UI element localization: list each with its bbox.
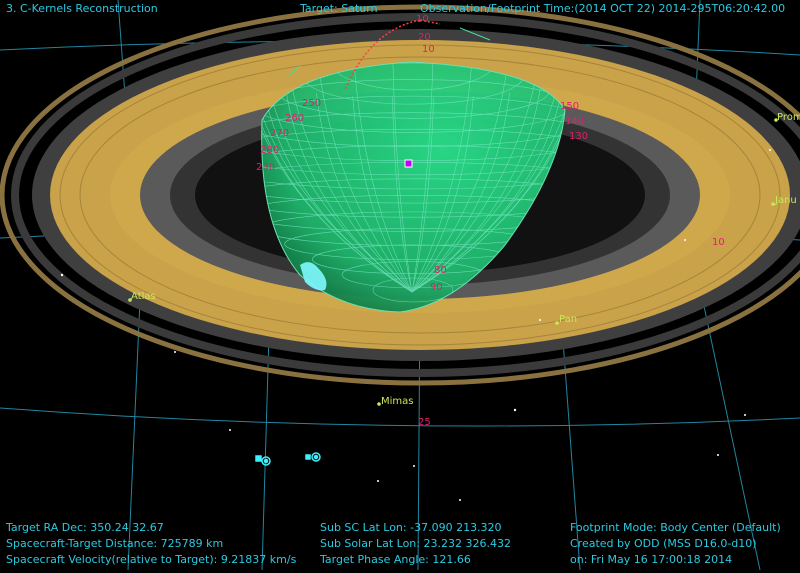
target-name: Target: Saturn <box>300 2 378 15</box>
footprint-marker <box>404 159 413 168</box>
spacecraft-distance: Spacecraft-Target Distance: 725789 km <box>6 537 224 550</box>
app-title: 3. C-Kernels Reconstruction <box>6 2 158 15</box>
lat-label: 90 <box>430 282 443 293</box>
moon-label-pan[interactable]: Pan <box>559 314 577 325</box>
grid-label: 25 <box>418 417 431 428</box>
lon-label: 230 <box>256 162 276 173</box>
lon-label: 260 <box>285 113 305 124</box>
moon-label-prometheus[interactable]: Prom <box>777 112 800 123</box>
lat-label: 10 <box>422 44 435 55</box>
created-by: Created by ODD (MSS D16.0-d10) <box>570 537 757 550</box>
lon-label: 130 <box>569 131 589 142</box>
moon-label-janus[interactable]: Janu <box>775 195 797 206</box>
lon-label: 280 <box>260 145 280 156</box>
footprint-mode: Footprint Mode: Body Center (Default) <box>570 521 781 534</box>
spacecraft-velocity: Spacecraft Velocity(relative to Target):… <box>6 553 297 566</box>
lon-label: 150 <box>560 101 580 112</box>
saturn-scene-graphic <box>0 0 800 571</box>
created-on: on: Fri May 16 17:00:18 2014 <box>570 553 733 566</box>
sub-solar-lat-lon: Sub Solar Lat Lon: 23.232 326.432 <box>320 537 511 550</box>
lat-label: 20 <box>418 32 431 43</box>
lon-label: 250 <box>302 98 322 109</box>
lon-label: 140 <box>565 116 585 127</box>
lat-label: 80 <box>434 265 447 276</box>
moon-label-atlas[interactable]: Atlas <box>131 291 156 302</box>
moon-label-mimas[interactable]: Mimas <box>381 396 414 407</box>
grid-label: 10 <box>712 237 725 248</box>
target-phase-angle: Target Phase Angle: 121.66 <box>320 553 471 566</box>
observation-time: Observation/Footprint Time:(2014 OCT 22)… <box>420 2 786 15</box>
saturn-view[interactable]: 3. C-Kernels Reconstruction Target: Satu… <box>0 0 800 571</box>
lon-label: 270 <box>270 128 290 139</box>
target-ra-dec: Target RA Dec: 350.24 32.67 <box>6 521 164 534</box>
sub-sc-lat-lon: Sub SC Lat Lon: -37.090 213.320 <box>320 521 502 534</box>
lat-label: 10 <box>416 14 429 25</box>
